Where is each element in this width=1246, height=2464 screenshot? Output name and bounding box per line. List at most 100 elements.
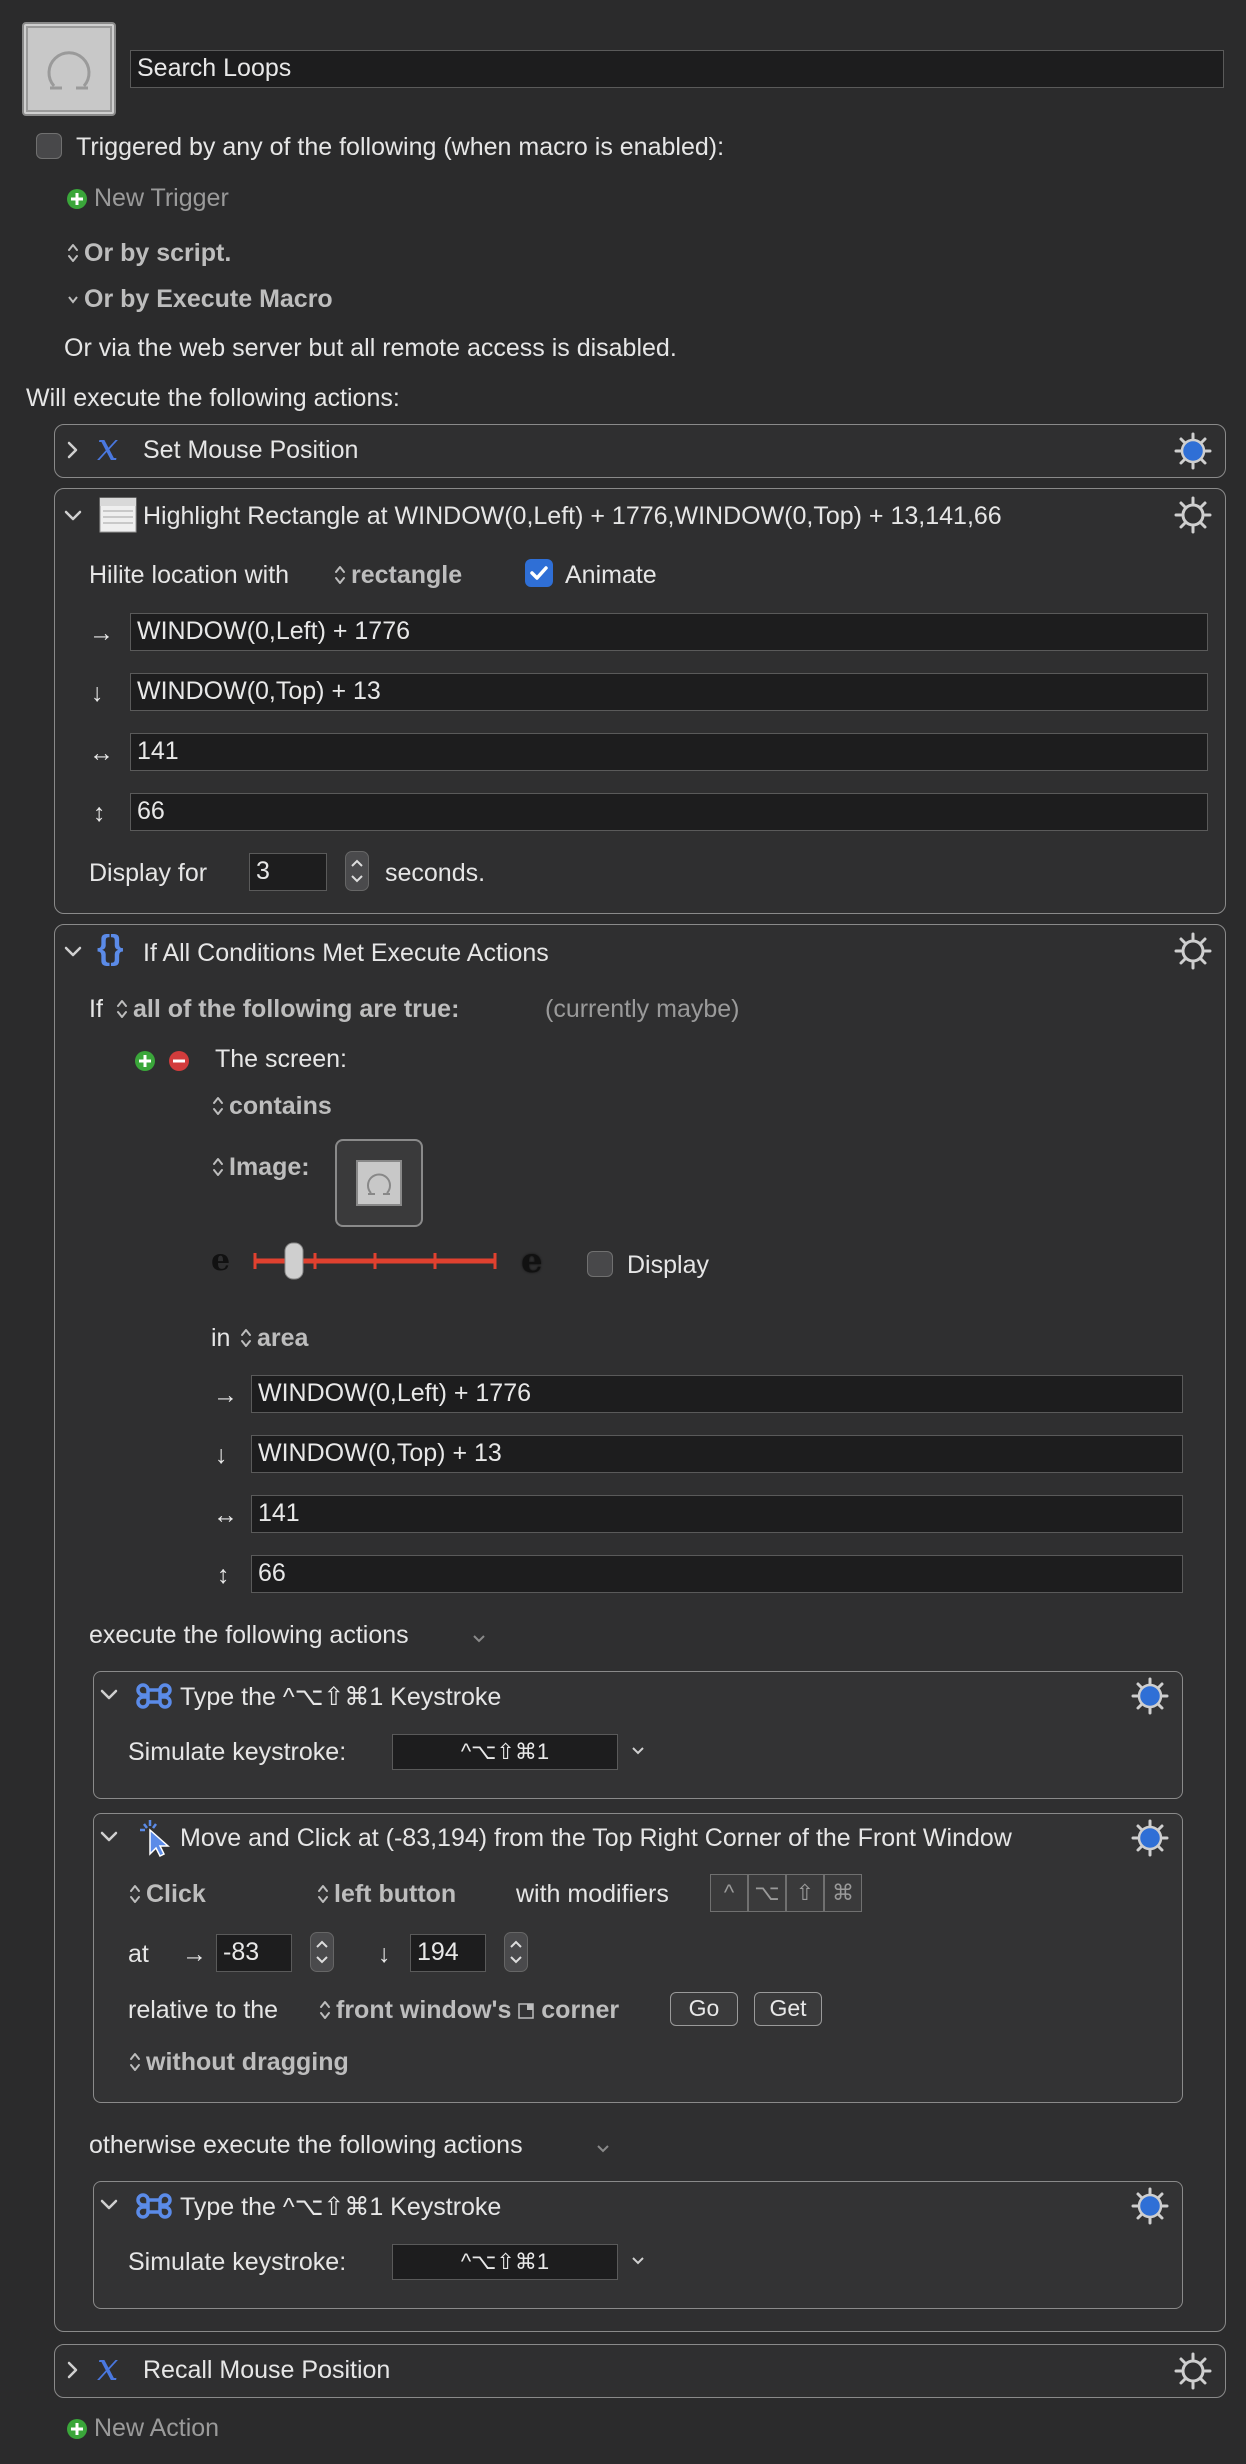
width-arrow-icon: ↔ xyxy=(213,1501,238,1529)
dragging-select[interactable]: without dragging xyxy=(128,2048,349,2077)
down-arrow-icon: ↓ xyxy=(378,1940,391,1968)
gear-icon[interactable] xyxy=(1130,1676,1170,1716)
add-condition-icon[interactable] xyxy=(134,1050,156,1072)
new-trigger-link[interactable]: New Trigger xyxy=(94,184,229,213)
keystroke-field[interactable]: ^⌥⇧⌘1 xyxy=(392,2244,618,2280)
macro-icon[interactable] xyxy=(22,22,116,116)
trigger-checkbox[interactable] xyxy=(36,133,62,159)
keystroke-field[interactable]: ^⌥⇧⌘1 xyxy=(392,1734,618,1770)
condition-status: (currently maybe) xyxy=(545,995,740,1023)
hilite-mode-select[interactable]: rectangle xyxy=(333,561,462,590)
click-x-field[interactable]: -83 xyxy=(216,1934,292,1972)
chevron-down-icon[interactable] xyxy=(96,2192,122,2218)
type-keystroke-action[interactable]: Type the ^⌥⇧⌘1 Keystroke Simulate keystr… xyxy=(93,2181,1183,2309)
window-icon xyxy=(99,497,137,533)
if-action[interactable]: {} If All Conditions Met Execute Actions… xyxy=(54,924,1226,2332)
chevron-down-icon[interactable] xyxy=(593,2138,613,2158)
macro-name-field[interactable]: Search Loops xyxy=(130,50,1224,88)
hilite-label: Hilite location with xyxy=(89,561,290,589)
chevron-down-icon[interactable] xyxy=(96,1682,122,1708)
height-arrow-icon: ↕ xyxy=(217,1561,230,1589)
area-y-field[interactable]: WINDOW(0,Top) + 13 xyxy=(251,1435,1183,1473)
command-key-icon xyxy=(134,1676,174,1716)
loop-thumbnail-icon xyxy=(356,1160,402,1206)
animate-label: Animate xyxy=(565,561,657,589)
simulate-label: Simulate keystroke: xyxy=(128,2248,347,2276)
go-button[interactable]: Go xyxy=(670,1992,738,2026)
recall-mouse-action[interactable]: Recall Mouse Position xyxy=(54,2344,1226,2398)
updown-icon xyxy=(66,242,80,264)
updown-icon xyxy=(211,1156,225,1178)
condition-mode-select[interactable]: all of the following are true: xyxy=(115,995,459,1024)
chevron-right-icon[interactable] xyxy=(60,437,86,463)
height-field[interactable]: 66 xyxy=(130,793,1208,831)
corner-icon xyxy=(518,2003,535,2019)
click-y-stepper[interactable] xyxy=(504,1932,528,1972)
width-field[interactable]: 141 xyxy=(130,733,1208,771)
highlight-action[interactable]: Highlight Rectangle at WINDOW(0,Left) + … xyxy=(54,488,1226,914)
stepper-arrows-icon xyxy=(351,859,363,883)
updown-icon xyxy=(239,1327,253,1349)
modifier-option[interactable]: ⌥ xyxy=(748,1874,786,1912)
area-width-field[interactable]: 141 xyxy=(251,1495,1183,1533)
chevron-down-icon[interactable] xyxy=(469,1628,489,1648)
area-height-field[interactable]: 66 xyxy=(251,1555,1183,1593)
gear-icon[interactable] xyxy=(1130,1818,1170,1858)
modifier-command[interactable]: ⌘ xyxy=(824,1874,862,1912)
updown-icon xyxy=(333,564,347,586)
chevron-down-icon[interactable] xyxy=(60,503,86,529)
stepper-arrows-icon xyxy=(316,1940,328,1964)
set-mouse-action[interactable]: Set Mouse Position xyxy=(54,424,1226,478)
add-icon[interactable] xyxy=(66,188,88,210)
image-select[interactable]: Image: xyxy=(211,1153,310,1182)
area-x-field[interactable]: WINDOW(0,Left) + 1776 xyxy=(251,1375,1183,1413)
remove-condition-icon[interactable] xyxy=(168,1050,190,1072)
gear-icon[interactable] xyxy=(1173,495,1213,535)
modifier-shift[interactable]: ⇧ xyxy=(786,1874,824,1912)
chevron-down-icon[interactable] xyxy=(96,1824,122,1850)
animate-checkbox[interactable] xyxy=(525,559,553,587)
fuzzy-high-icon: e xyxy=(521,1241,543,1281)
display-checkbox[interactable] xyxy=(587,1251,613,1277)
down-arrow-icon: ↓ xyxy=(215,1441,228,1469)
display-for-field[interactable]: 3 xyxy=(249,853,327,891)
otherwise-label: otherwise execute the following actions xyxy=(89,2131,523,2159)
move-click-action[interactable]: Move and Click at (-83,194) from the Top… xyxy=(93,1813,1183,2103)
chevron-down-icon[interactable] xyxy=(628,2250,648,2270)
gear-icon[interactable] xyxy=(1173,2351,1213,2391)
relative-label: relative to the xyxy=(128,1996,279,2024)
relative-target-select[interactable]: front window's corner xyxy=(318,1996,619,2025)
right-arrow-icon: → xyxy=(89,619,114,647)
click-x-stepper[interactable] xyxy=(310,1932,334,1972)
type-keystroke-action[interactable]: Type the ^⌥⇧⌘1 Keystroke Simulate keystr… xyxy=(93,1671,1183,1799)
add-icon[interactable] xyxy=(66,2418,88,2440)
fuzziness-slider[interactable] xyxy=(251,1235,501,1285)
or-by-execute-macro[interactable]: Or by Execute Macro xyxy=(66,285,333,314)
click-type-select[interactable]: Click xyxy=(128,1880,206,1909)
chevron-right-icon[interactable] xyxy=(60,2357,86,2383)
loop-icon xyxy=(26,26,112,112)
gear-icon[interactable] xyxy=(1130,2186,1170,2226)
get-button[interactable]: Get xyxy=(754,1992,822,2026)
new-action-link[interactable]: New Action xyxy=(94,2414,219,2443)
click-y-field[interactable]: 194 xyxy=(410,1934,486,1972)
at-label: at xyxy=(128,1940,149,1968)
action-title: Type the ^⌥⇧⌘1 Keystroke xyxy=(180,2193,502,2221)
mouse-button-select[interactable]: left button xyxy=(316,1880,456,1909)
or-by-script[interactable]: Or by script. xyxy=(66,239,231,268)
updown-icon xyxy=(128,2051,142,2073)
modifier-control[interactable]: ^ xyxy=(710,1874,748,1912)
y-field[interactable]: WINDOW(0,Top) + 13 xyxy=(130,673,1208,711)
with-modifiers-label: with modifiers xyxy=(516,1880,669,1908)
display-for-stepper[interactable] xyxy=(345,851,369,891)
area-select[interactable]: area xyxy=(239,1324,308,1353)
gear-icon[interactable] xyxy=(1173,931,1213,971)
contains-select[interactable]: contains xyxy=(211,1092,332,1121)
x-field[interactable]: WINDOW(0,Left) + 1776 xyxy=(130,613,1208,651)
gear-icon[interactable] xyxy=(1173,431,1213,471)
image-well[interactable] xyxy=(335,1139,423,1227)
chevron-down-icon[interactable] xyxy=(60,939,86,965)
trigger-header: Triggered by any of the following (when … xyxy=(76,133,725,161)
variable-icon xyxy=(95,2349,135,2389)
chevron-down-icon[interactable] xyxy=(628,1740,648,1760)
